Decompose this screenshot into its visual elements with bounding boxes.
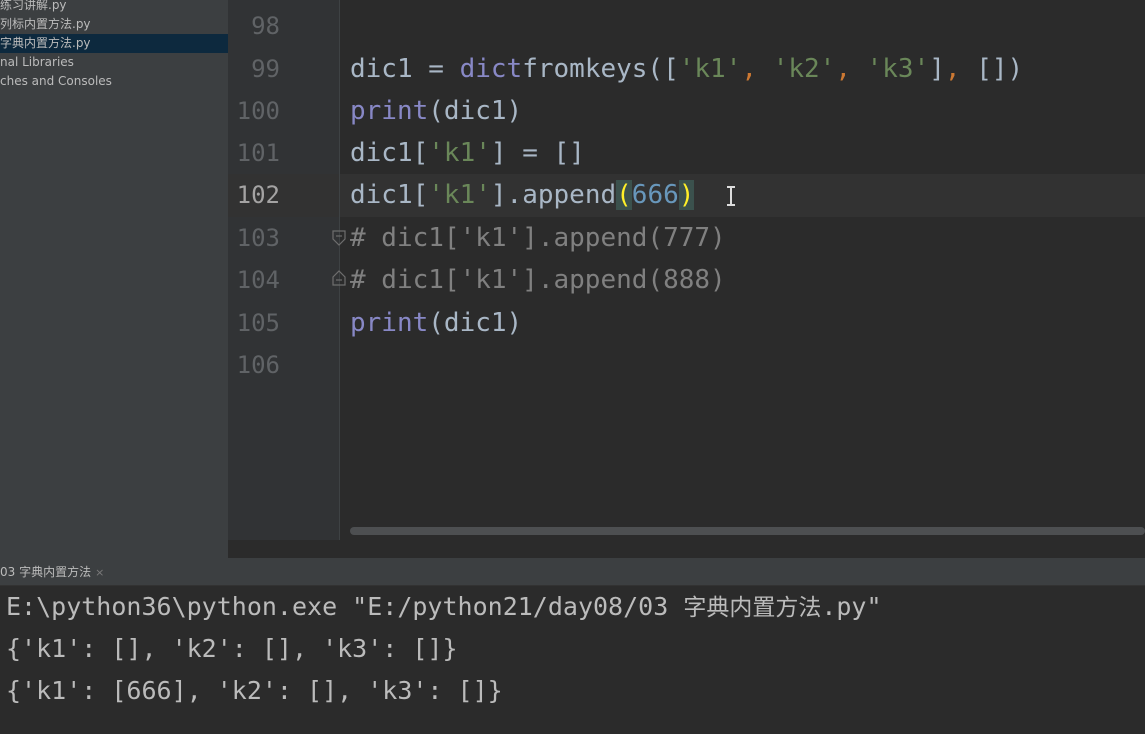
code-token: , [741, 54, 773, 84]
console-text: .py" [821, 592, 882, 621]
code-token-builtin: dict [459, 54, 523, 84]
tree-item-file[interactable]: 练习讲解.py [0, 0, 228, 15]
line-number: 106 [236, 351, 280, 379]
line-number: 98 [251, 12, 280, 40]
code-line: dic1['k1'] = [] [350, 132, 585, 174]
tree-item-label: ches and Consoles [0, 74, 112, 88]
code-line-comment: # dic1['k1'].append(777) [350, 223, 726, 253]
horizontal-scrollbar[interactable] [350, 527, 1145, 535]
console-line: {'k1': [], 'k2': [], 'k3': []} [6, 634, 458, 663]
code-token: (dic1) [428, 308, 523, 338]
tree-item-label: 练习讲解.py [0, 0, 67, 12]
code-token: []) [976, 54, 1024, 84]
tree-item-label: 列标内置方法.py [0, 17, 91, 31]
code-line-comment: # dic1['k1'].append(888) [350, 265, 726, 295]
brace-match-open: ( [616, 180, 632, 210]
tree-item-label: nal Libraries [0, 55, 74, 69]
code-token: fromkeys([ [522, 54, 679, 84]
line-number: 103 [236, 224, 280, 252]
tree-item-file-selected[interactable]: 字典内置方法.py [0, 34, 228, 53]
brace-match-close: ) [678, 180, 695, 210]
code-line-current: dic1['k1'].append(666) [350, 174, 695, 216]
fold-end-icon[interactable] [332, 270, 346, 286]
console-line: {'k1': [666], 'k2': [], 'k3': []} [6, 676, 503, 705]
code-token-string: 'k1' [428, 180, 491, 210]
code-editor[interactable]: 98 99 100 101 102 103 104 105 106 dic1 =… [228, 0, 1145, 558]
code-token: dic1 = [350, 54, 460, 84]
code-token: ] = [] [490, 138, 585, 168]
code-token: , [944, 54, 977, 84]
project-tree: 练习讲解.py 列标内置方法.py 字典内置方法.py nal Librarie… [0, 0, 228, 558]
console-text: 字典内置方法 [683, 595, 822, 621]
tree-item-scratches[interactable]: ches and Consoles [0, 72, 228, 91]
tab-run-label: 03 字典内置方法 [0, 565, 92, 579]
code-token: , [835, 54, 867, 84]
code-token: (dic1) [428, 96, 523, 126]
code-line: print(dic1) [350, 90, 522, 132]
close-icon[interactable]: × [95, 566, 104, 579]
code-line: print(dic1) [350, 302, 522, 344]
text-cursor-icon [727, 186, 735, 206]
line-number: 100 [236, 97, 280, 125]
run-panel-header: 03 字典内置方法 × [0, 558, 1145, 586]
line-number: 105 [236, 309, 280, 337]
code-token-string: 'k1' [428, 138, 491, 168]
line-number: 104 [236, 266, 280, 294]
line-number-current: 102 [236, 181, 280, 209]
code-token: dic1[ [350, 138, 429, 168]
console-text: E:\python36\python.exe "E:/python21/day0… [6, 592, 684, 621]
line-number: 99 [251, 55, 280, 83]
code-token-string: 'k1' [678, 54, 742, 84]
tree-item-file[interactable]: 列标内置方法.py [0, 15, 228, 34]
code-token-string: 'k3' [866, 54, 930, 84]
code-line: dic1 = dictfromkeys(['k1', 'k2', 'k3'], … [350, 48, 1023, 90]
code-token: dic1[ [350, 180, 429, 210]
tab-run[interactable]: 03 字典内置方法 × [0, 560, 112, 585]
line-number: 101 [236, 139, 280, 167]
tree-item-external-libraries[interactable]: nal Libraries [0, 53, 228, 72]
run-console[interactable]: E:\python36\python.exe "E:/python21/day0… [0, 586, 1145, 734]
code-token-builtin: print [350, 308, 429, 338]
fold-start-icon[interactable] [332, 230, 346, 246]
code-token: ].append [490, 180, 617, 210]
code-token-string: 'k2' [772, 54, 836, 84]
code-token-number: 666 [631, 180, 679, 210]
code-token: ] [929, 54, 945, 84]
console-line: E:\python36\python.exe "E:/python21/day0… [6, 586, 882, 628]
tree-item-label: 字典内置方法.py [0, 36, 91, 50]
code-token-builtin: print [350, 96, 429, 126]
